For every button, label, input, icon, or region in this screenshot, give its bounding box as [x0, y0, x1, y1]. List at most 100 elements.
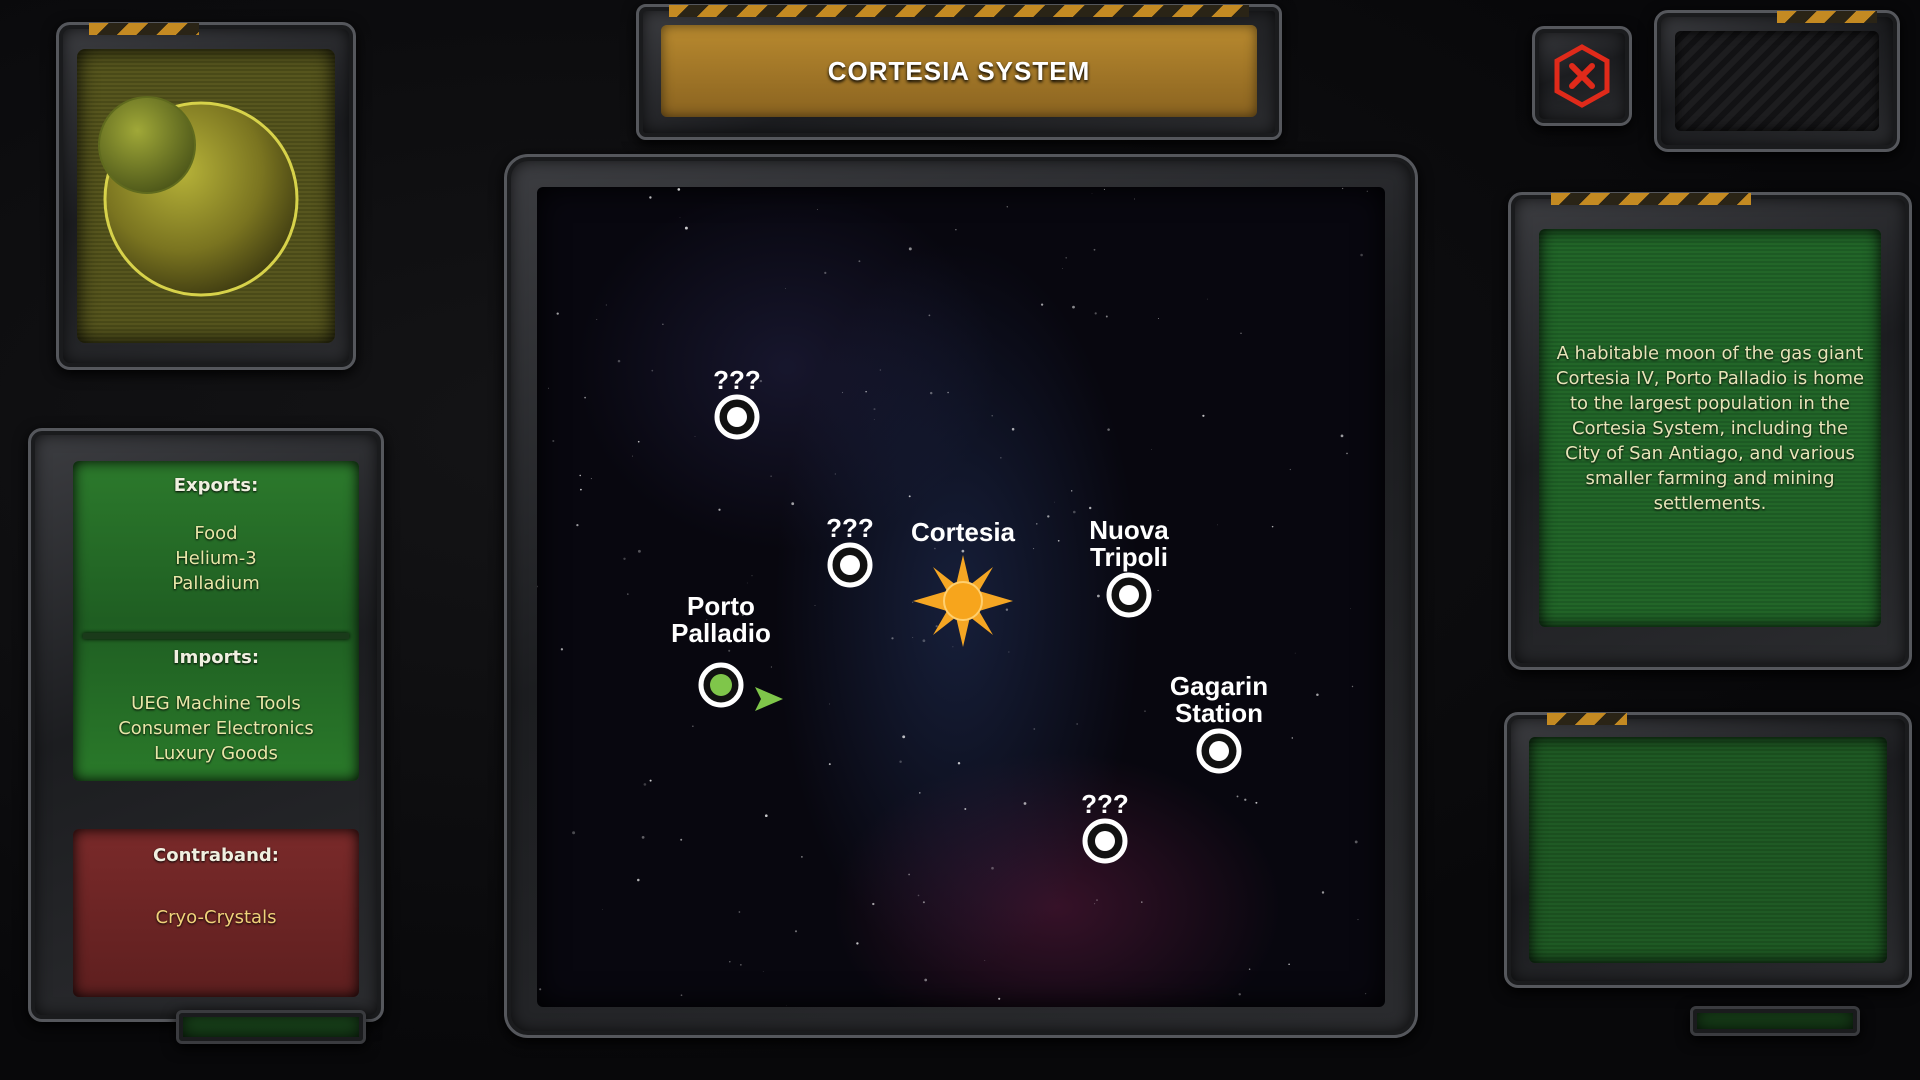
background-star [692, 725, 694, 727]
background-star [1357, 919, 1359, 921]
background-star [814, 605, 816, 606]
background-star [1091, 192, 1093, 194]
background-star [1054, 501, 1055, 503]
hazard-stripe [669, 5, 1249, 17]
import-item: UEG Machine Tools [131, 693, 301, 714]
hazard-stripe [1777, 11, 1877, 23]
background-star [873, 408, 876, 411]
planet-preview-screen [77, 49, 335, 343]
background-star [872, 902, 875, 906]
background-star [1072, 305, 1075, 309]
background-star [1071, 490, 1073, 492]
secondary-screen [1529, 737, 1887, 963]
close-icon [1554, 44, 1610, 108]
background-star [1107, 428, 1110, 431]
description-screen: A habitable moon of the gas giant Cortes… [1539, 229, 1881, 627]
background-star [751, 575, 753, 577]
background-star [1072, 510, 1076, 514]
background-star [908, 247, 912, 251]
background-star [1105, 315, 1108, 318]
background-star [856, 942, 859, 945]
background-star [1354, 840, 1358, 844]
background-star [637, 549, 641, 553]
background-star [908, 873, 910, 876]
location-unknown-2[interactable]: ??? [826, 513, 874, 588]
import-item: Luxury Goods [154, 743, 278, 764]
background-star [576, 523, 579, 527]
background-star [1097, 594, 1100, 598]
background-star [1076, 723, 1078, 725]
background-star [794, 930, 798, 933]
hazard-stripe [89, 23, 199, 35]
location-label: ??? [1081, 789, 1129, 819]
background-star [1144, 710, 1146, 712]
star-map: Cortesia ??? ??? Porto Palladio Nuova Tr… [537, 187, 1385, 1007]
background-star [922, 901, 925, 904]
secondary-screen-panel [1504, 712, 1912, 988]
background-star [762, 970, 764, 972]
background-star [1255, 801, 1258, 804]
location-label: Nuova [1089, 515, 1169, 545]
background-star [537, 585, 538, 588]
background-star [764, 814, 768, 818]
background-star [539, 988, 542, 991]
background-star [858, 260, 861, 263]
background-star [1316, 693, 1319, 697]
close-button[interactable] [1532, 26, 1632, 126]
title-plate: CORTESIA SYSTEM [661, 25, 1257, 117]
hazard-stripe [1551, 193, 1751, 205]
map-canvas: Cortesia ??? ??? Porto Palladio Nuova Tr… [537, 187, 1368, 1007]
status-bar-left [176, 1010, 366, 1044]
location-nuova-tripoli[interactable]: Nuova Tripoli [1089, 515, 1169, 618]
background-star [1096, 899, 1098, 901]
background-star [912, 601, 914, 603]
background-star [1206, 298, 1208, 300]
background-star [891, 637, 894, 640]
location-gagarin-station[interactable]: Gagarin Station [1170, 671, 1268, 774]
background-star [1350, 608, 1352, 610]
background-star [651, 369, 654, 372]
star-map-frame: Cortesia ??? ??? Porto Palladio Nuova Tr… [504, 154, 1418, 1038]
background-star [1364, 992, 1367, 995]
star-cortesia[interactable]: Cortesia [911, 517, 1016, 647]
background-star [786, 1005, 788, 1007]
background-star [738, 911, 741, 913]
background-star [649, 779, 652, 782]
background-star [1351, 685, 1354, 688]
background-star [643, 783, 647, 786]
background-star [590, 478, 592, 480]
title-bar: CORTESIA SYSTEM [636, 4, 1282, 140]
description-panel: A habitable moon of the gas giant Cortes… [1508, 192, 1912, 670]
background-star [952, 646, 954, 648]
background-star [1248, 968, 1251, 970]
background-star [1238, 993, 1241, 996]
background-star [1061, 268, 1063, 269]
star-label: Cortesia [911, 517, 1016, 547]
background-star [596, 318, 598, 320]
game-screen: CORTESIA SYSTEM Exports: Food Helium-3 P… [0, 0, 1920, 1080]
background-star [641, 836, 645, 839]
background-star [602, 909, 603, 910]
background-star [552, 439, 555, 443]
trade-info-panel: Exports: Food Helium-3 Palladium Imports… [28, 428, 384, 1022]
location-label: Gagarin [1170, 671, 1268, 701]
background-star [961, 549, 965, 553]
import-item: Consumer Electronics [118, 718, 314, 739]
background-star [1240, 332, 1242, 335]
background-star [623, 557, 626, 561]
background-star [1291, 737, 1294, 739]
location-unknown-3[interactable]: ??? [1081, 789, 1129, 864]
top-right-panel [1654, 10, 1900, 152]
location-porto-palladio[interactable]: Porto Palladio [671, 591, 783, 711]
background-star [679, 217, 681, 219]
background-star [879, 369, 882, 371]
background-star [1006, 206, 1008, 208]
location-unknown-1[interactable]: ??? [713, 365, 761, 440]
player-ship-icon [755, 687, 783, 711]
background-star [584, 396, 586, 399]
background-star [1157, 589, 1159, 592]
location-label: ??? [826, 513, 874, 543]
background-star [694, 435, 696, 437]
background-star [991, 415, 993, 417]
background-star [560, 648, 564, 651]
